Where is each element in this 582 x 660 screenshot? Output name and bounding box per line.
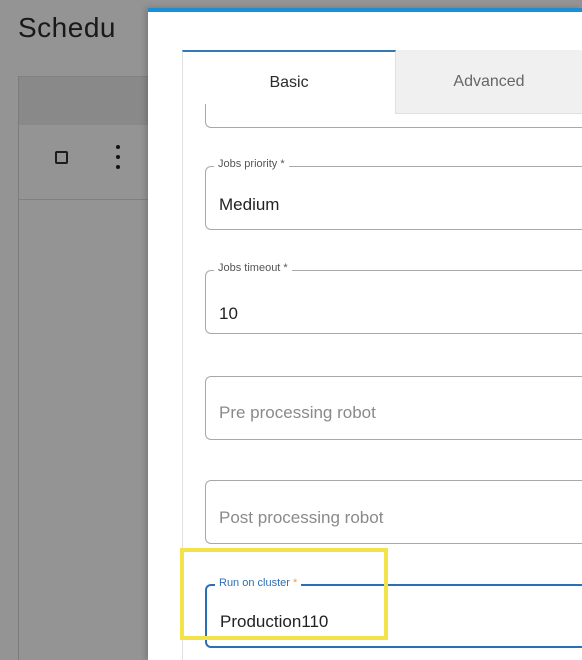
run-on-cluster-label-text: Run on cluster [219, 577, 290, 589]
jobs-priority-value: Medium [219, 195, 280, 214]
post-processing-robot-field[interactable]: Post processing robot [205, 480, 582, 544]
run-on-cluster-value: Production110 [220, 612, 329, 631]
jobs-timeout-value: 10 [219, 304, 238, 323]
basic-panel: Jobs priority * Medium Jobs timeout * 10… [182, 104, 582, 660]
jobs-timeout-label: Jobs timeout * [214, 262, 292, 274]
jobs-timeout-field[interactable]: Jobs timeout * 10 [205, 262, 582, 334]
required-mark: * [293, 577, 298, 589]
pre-processing-robot-placeholder: Pre processing robot [219, 403, 376, 422]
pre-processing-robot-field[interactable]: Pre processing robot [205, 376, 582, 440]
jobs-priority-field[interactable]: Jobs priority * Medium [205, 158, 582, 230]
post-processing-robot-placeholder: Post processing robot [219, 508, 384, 527]
run-on-cluster-field[interactable]: Run on cluster * Production110 [205, 577, 582, 648]
previous-field-edge[interactable] [205, 104, 582, 128]
run-on-cluster-label: Run on cluster * [215, 577, 302, 589]
schedule-dialog: Basic Advanced Jobs priority * Medium Jo… [148, 8, 582, 660]
jobs-priority-label: Jobs priority * [214, 158, 289, 170]
